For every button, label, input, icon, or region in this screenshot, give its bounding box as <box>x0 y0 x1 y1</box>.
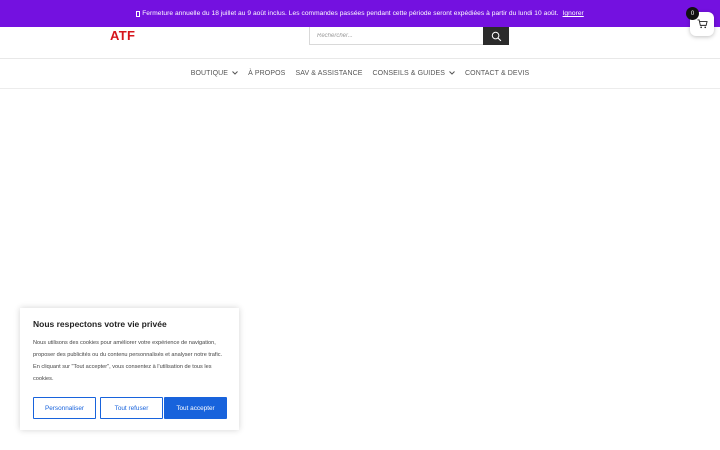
nav-item-label: SAV & ASSISTANCE <box>295 69 363 77</box>
cart-count-badge: 0 <box>686 7 699 20</box>
nav-item-label: BOUTIQUE <box>190 69 229 77</box>
chevron-down-icon <box>232 70 238 75</box>
nav-item-conseils-guides[interactable]: CONSEILS & GUIDES <box>368 70 461 77</box>
info-icon <box>136 10 141 17</box>
nav-item-contact-devis[interactable]: CONTACT & DEVIS <box>460 70 534 77</box>
store-notice-text: Fermeture annuelle du 18 juillet au 9 ao… <box>142 10 559 17</box>
nav-item-sav-assistance[interactable]: SAV & ASSISTANCE <box>290 70 367 77</box>
nav-item-label: À PROPOS <box>248 69 286 77</box>
store-notice-bar: Fermeture annuelle du 18 juillet au 9 ao… <box>0 0 720 27</box>
cart-icon <box>697 19 708 29</box>
search-icon <box>491 31 501 41</box>
site-header: ATF <box>0 27 720 59</box>
chevron-down-icon <box>449 70 455 75</box>
accept-all-cookies-button[interactable]: Tout accepter <box>164 397 227 419</box>
search-input[interactable] <box>310 27 484 44</box>
customize-cookies-button[interactable]: Personnaliser <box>33 397 96 419</box>
cookie-consent-banner: Nous respectons votre vie privée Nous ut… <box>20 308 239 430</box>
cookie-banner-title: Nous respectons votre vie privée <box>33 319 167 329</box>
nav-item-boutique[interactable]: BOUTIQUE <box>186 70 243 77</box>
dismiss-notice-link[interactable]: Ignorer <box>563 10 584 17</box>
site-logo[interactable]: ATF <box>110 28 135 43</box>
nav-item-a-propos[interactable]: À PROPOS <box>243 70 290 77</box>
reject-all-cookies-button[interactable]: Tout refuser <box>100 397 163 419</box>
cookie-banner-description: Nous utilisons des cookies pour améliore… <box>33 340 223 382</box>
main-navigation: BOUTIQUE À PROPOS SAV & ASSISTANCE CONSE… <box>0 58 720 89</box>
nav-item-label: CONSEILS & GUIDES <box>372 69 446 77</box>
search-form <box>309 27 509 45</box>
nav-item-label: CONTACT & DEVIS <box>465 69 530 77</box>
search-button[interactable] <box>483 27 509 45</box>
